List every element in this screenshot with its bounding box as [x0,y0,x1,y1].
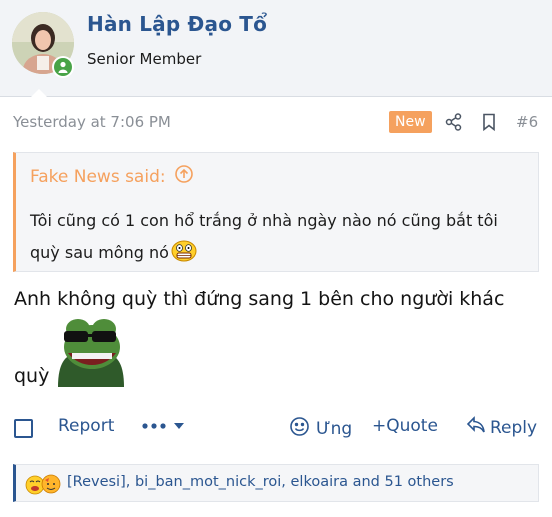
post-header: Hàn Lập Đạo Tổ Senior Member [0,0,552,98]
reply-label: Reply [490,417,538,438]
post-time[interactable]: Yesterday at 7:06 PM [13,113,171,131]
reply-button[interactable]: Reply [466,416,537,439]
reaction-users-link[interactable]: [Revesi], bi_ban_mot_nick_roi, elkoaira … [67,474,454,490]
quote-text: Tôi cũng có 1 con hổ trắng ở nhà ngày nà… [30,205,530,273]
post-actions: Report Ưng +Quote Reply [0,412,552,444]
post-meta: Yesterday at 7:06 PM New #6 [0,110,552,136]
reaction-icon [289,416,310,442]
new-badge: New [389,111,432,133]
chevron-down-icon [174,423,184,429]
reply-icon [466,416,486,439]
reaction-emoji-icons[interactable] [24,473,64,495]
post-number[interactable]: #6 [516,113,538,131]
quote-text-content: Tôi cũng có 1 con hổ trắng ở nhà ngày nà… [30,211,498,262]
quote-author-label: Fake News said: [30,166,166,187]
message-text: Anh không quỳ thì đứng sang 1 bên cho ng… [14,288,505,310]
quote-block: Fake News said: Tôi cũng có 1 con hổ trắ… [13,152,539,272]
user-title: Senior Member [87,50,202,68]
share-icon[interactable] [444,112,464,132]
reactions-bar: [Revesi], bi_ban_mot_nick_roi, elkoaira … [13,464,539,502]
select-checkbox[interactable] [14,419,33,438]
quote-author[interactable]: Fake News said: [30,164,194,189]
more-options-button[interactable] [141,416,187,441]
message-word: quỳ [14,365,50,387]
avatar[interactable] [12,12,74,78]
bookmark-icon[interactable] [479,112,499,132]
online-status [52,56,74,78]
scared-emoji-icon [170,240,198,273]
username[interactable]: Hàn Lập Đạo Tổ [87,12,267,36]
arrow-up-circle-icon[interactable] [174,164,194,189]
online-check-icon [54,58,72,76]
pepe-sunglasses-icon [56,317,126,387]
quote-button[interactable]: +Quote [372,416,438,436]
like-label: Ưng [316,419,353,439]
report-button[interactable]: Report [58,416,114,436]
header-pointer [30,89,48,98]
like-button[interactable]: Ưng [289,416,352,442]
